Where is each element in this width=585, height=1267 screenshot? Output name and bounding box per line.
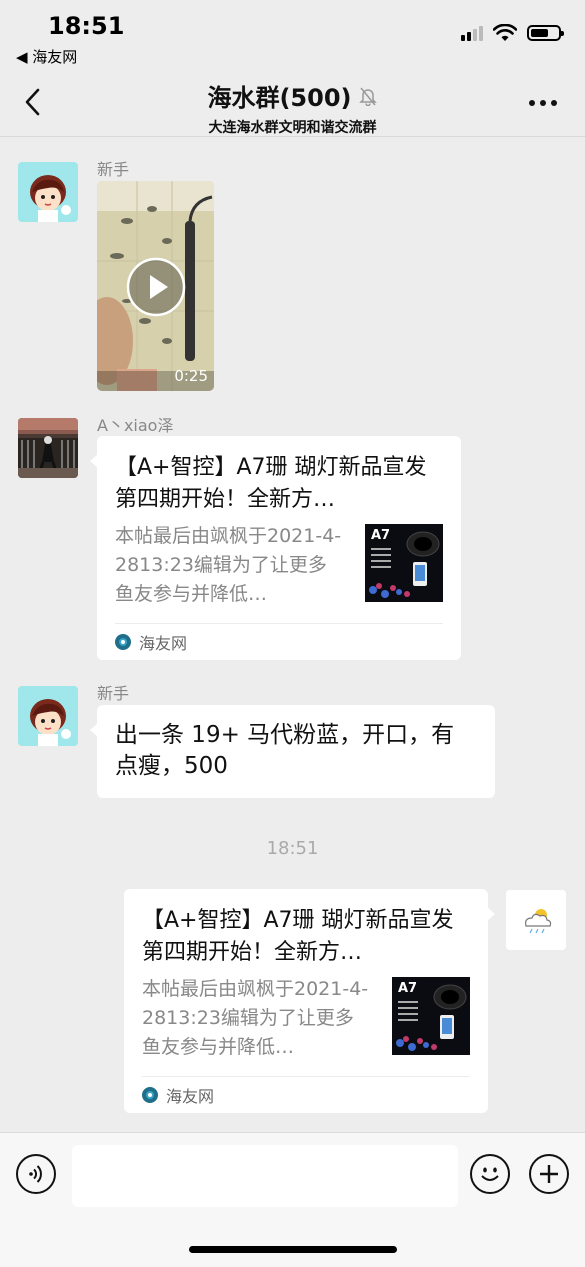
- chat-title-block[interactable]: 海水群(500) 大连海水群文明和谐交流群: [0, 78, 585, 137]
- link-card-title: 【A+智控】A7珊 瑚灯新品宣发 第四期开始！全新方…: [142, 908, 454, 965]
- emoji-button[interactable]: [470, 1154, 510, 1194]
- time-divider: 18:51: [266, 838, 319, 859]
- plus-icon: [540, 1165, 558, 1183]
- video-duration: 0:25: [174, 367, 208, 385]
- link-card-thumbnail: A7: [365, 524, 443, 602]
- source-logo-icon: [142, 1087, 158, 1103]
- home-indicator[interactable]: [189, 1246, 397, 1253]
- link-card-description: 本帖最后由飒枫于2021-4-2813:23编辑为了让更多鱼友参与并降低…: [115, 525, 342, 605]
- link-card-message[interactable]: 【A+智控】A7珊 瑚灯新品宣发 第四期开始！全新方… 本帖最后由飒枫于2021…: [124, 889, 495, 1113]
- chat-title: 海水群(500): [207, 78, 377, 113]
- wifi-icon: [493, 24, 517, 41]
- link-card-source: 海友网: [115, 623, 443, 660]
- muted-bell-icon: [358, 87, 377, 106]
- message-text: 出一条 19+ 马代粉蓝，开口，有点瘦，500: [115, 722, 455, 779]
- sender-name: 新手: [97, 684, 130, 703]
- battery-icon: [527, 25, 564, 41]
- avatar[interactable]: [18, 686, 78, 746]
- back-to-app-link[interactable]: ◀ 海友网: [16, 46, 77, 67]
- source-name: 海友网: [139, 634, 188, 653]
- status-icons: [461, 24, 564, 42]
- more-actions-button[interactable]: [529, 1154, 569, 1194]
- avatar[interactable]: [18, 162, 78, 222]
- cellular-signal-icon: [461, 25, 483, 41]
- avatar[interactable]: [18, 418, 78, 478]
- status-bar: 18:51 ◀ 海友网: [0, 0, 585, 70]
- link-card-title: 【A+智控】A7珊 瑚灯新品宣发 第四期开始！全新方…: [115, 455, 427, 512]
- source-logo-icon: [115, 634, 131, 650]
- my-avatar[interactable]: [506, 890, 566, 950]
- video-message[interactable]: 0:25: [97, 181, 214, 391]
- chat-header: 海水群(500) 大连海水群文明和谐交流群: [0, 70, 585, 137]
- more-options-icon[interactable]: [529, 100, 557, 106]
- clock: 18:51: [48, 12, 125, 40]
- link-card-message[interactable]: 【A+智控】A7珊 瑚灯新品宣发 第四期开始！全新方… 本帖最后由飒枫于2021…: [90, 436, 461, 660]
- link-card-thumbnail: A7: [392, 977, 470, 1055]
- source-name: 海友网: [166, 1087, 215, 1106]
- voice-icon: [29, 1165, 42, 1183]
- play-icon[interactable]: [125, 256, 187, 318]
- text-message[interactable]: 出一条 19+ 马代粉蓝，开口，有点瘦，500: [90, 705, 495, 798]
- message-input[interactable]: [72, 1145, 458, 1207]
- sender-name: A丶xiao泽: [97, 416, 174, 435]
- group-name: 海水群(500): [207, 84, 352, 112]
- link-card-description: 本帖最后由飒枫于2021-4-2813:23编辑为了让更多鱼友参与并降低…: [142, 978, 369, 1058]
- chat-subtitle: 大连海水群文明和谐交流群: [208, 120, 377, 136]
- voice-input-button[interactable]: [16, 1154, 56, 1194]
- smiley-icon: [481, 1167, 499, 1181]
- link-card-source: 海友网: [142, 1076, 470, 1113]
- sender-name: 新手: [97, 160, 130, 179]
